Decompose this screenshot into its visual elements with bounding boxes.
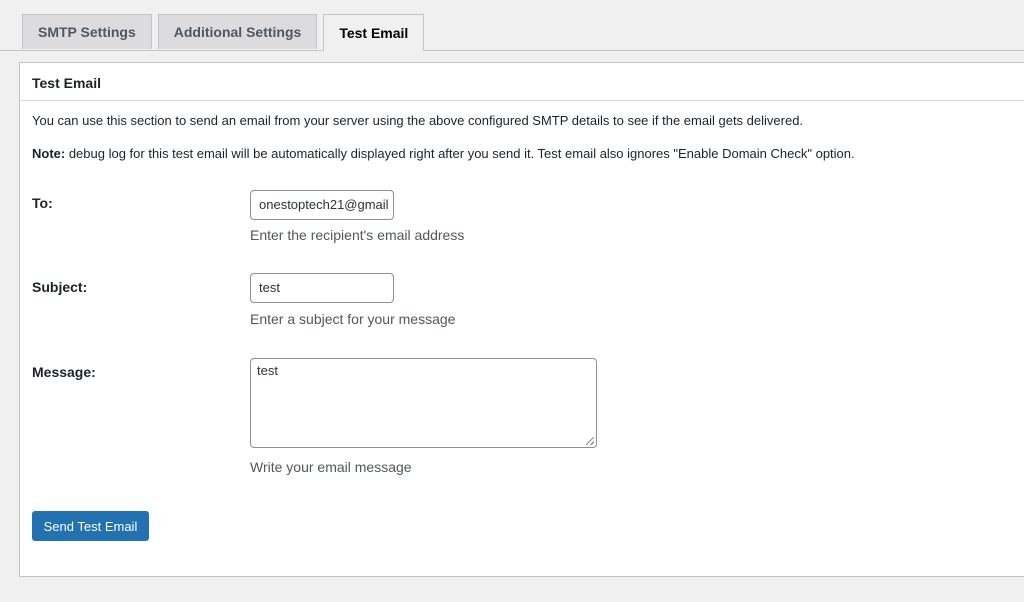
tab-bar-divider xyxy=(0,50,1024,51)
send-test-email-button[interactable]: Send Test Email xyxy=(32,511,149,541)
panel-divider xyxy=(20,100,1024,101)
test-email-panel: Test Email You can use this section to s… xyxy=(19,62,1024,577)
message-textarea[interactable]: test xyxy=(250,358,597,448)
message-text: test xyxy=(257,363,278,378)
to-hint: Enter the recipient's email address xyxy=(250,227,465,243)
panel-note: Note: debug log for this test email will… xyxy=(32,146,855,161)
note-text: debug log for this test email will be au… xyxy=(65,146,855,161)
note-label: Note: xyxy=(32,146,66,161)
tab-test-email[interactable]: Test Email xyxy=(323,14,425,51)
message-hint: Write your email message xyxy=(250,459,412,475)
message-label: Message: xyxy=(32,364,96,380)
tab-smtp-settings[interactable]: SMTP Settings xyxy=(22,14,152,49)
subject-hint: Enter a subject for your message xyxy=(250,311,456,327)
panel-description: You can use this section to send an emai… xyxy=(32,113,804,128)
to-email-input[interactable]: onestoptech21@gmail xyxy=(250,190,394,220)
to-label: To: xyxy=(32,195,53,211)
subject-label: Subject: xyxy=(32,279,88,295)
resize-handle-icon[interactable] xyxy=(586,437,594,445)
tab-additional-settings[interactable]: Additional Settings xyxy=(157,14,318,49)
subject-input[interactable]: test xyxy=(250,273,394,303)
panel-title: Test Email xyxy=(32,75,101,91)
